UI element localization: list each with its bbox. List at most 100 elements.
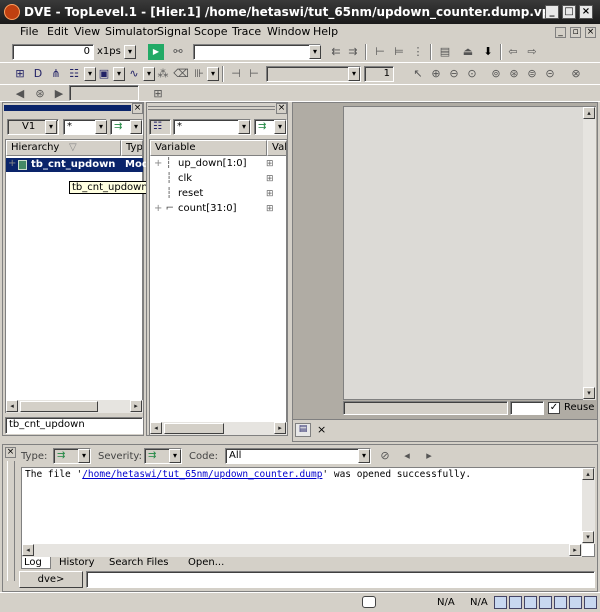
variable-close-button[interactable]: × (276, 103, 287, 114)
var-filter-dropdown[interactable]: ▾ (238, 120, 250, 134)
zoom-in-icon[interactable]: ⊕ (428, 66, 444, 82)
maximize-button[interactable]: □ (562, 5, 576, 19)
view-select-dropdown[interactable]: ▾ (45, 120, 57, 134)
binoculars-icon[interactable]: ⚯ (170, 44, 186, 60)
col-variable[interactable]: Variable (150, 140, 267, 156)
wave-view-dropdown[interactable]: ▾ (143, 67, 155, 81)
signal-combo[interactable] (266, 66, 361, 82)
selected-scope-field[interactable]: tb_cnt_updown (5, 417, 143, 434)
scroll-down-icon[interactable]: ▾ (582, 531, 594, 543)
hierarchy-icon[interactable]: ⋮ (410, 44, 426, 60)
zoom-area-icon[interactable]: ⊜ (524, 66, 540, 82)
upload-icon[interactable]: ⏏ (460, 44, 476, 60)
zoom-fit-icon[interactable]: ⊙ (464, 66, 480, 82)
menu-help[interactable]: Help (313, 25, 338, 38)
menu-edit[interactable]: Edit (47, 25, 68, 38)
doc-tab-close-icon[interactable]: × (317, 423, 326, 436)
grid-icon[interactable]: ⊞ (150, 86, 166, 102)
log-hscrollbar[interactable]: ◂ ▸ (22, 544, 582, 557)
menu-file[interactable]: File (20, 25, 38, 38)
select-icon[interactable]: ↖ (410, 66, 426, 82)
step-icon[interactable]: ⊨ (391, 44, 407, 60)
var-row-up-down[interactable]: + ┆ up_down[1:0] ⊞ (154, 158, 284, 170)
nav-back-icon[interactable]: ◀ (12, 86, 28, 102)
scroll-up-icon[interactable]: ▴ (582, 468, 594, 480)
menu-view[interactable]: View (74, 25, 100, 38)
scroll-thumb[interactable] (164, 423, 224, 434)
memory-view-dropdown[interactable]: ▾ (113, 67, 125, 81)
search-prev-icon[interactable]: ⇇ (328, 44, 344, 60)
zoom-cursor-icon[interactable]: ⊚ (488, 66, 504, 82)
nav-up-icon[interactable]: ⊛ (32, 86, 48, 102)
col-type[interactable]: Typ (121, 140, 143, 156)
scope-combo[interactable] (69, 85, 139, 101)
value-expand-icon[interactable]: ⊞ (266, 158, 274, 170)
minimize-button[interactable]: _ (545, 5, 559, 19)
menu-signal[interactable]: Signal (157, 25, 191, 38)
code-filter-dropdown[interactable]: ▾ (358, 449, 370, 463)
list-view-dropdown[interactable]: ▾ (84, 67, 96, 81)
value-expand-icon[interactable]: ⊞ (266, 203, 274, 215)
hier-view-icon[interactable]: ⋔ (48, 66, 64, 82)
wave-view-icon[interactable]: ∿ (126, 66, 142, 82)
severity-filter-dropdown[interactable]: ▾ (169, 449, 181, 463)
scroll-right-icon[interactable]: ▸ (569, 544, 581, 556)
expand-icon[interactable]: + (8, 158, 16, 170)
scroll-up-icon[interactable]: ▴ (583, 107, 595, 119)
expand-icon[interactable]: + (154, 203, 162, 214)
hier-filter-dropdown[interactable]: ▾ (95, 120, 107, 134)
hier-type-filter-dropdown[interactable]: ▾ (130, 120, 142, 134)
reuse-checkbox[interactable]: ✓ (548, 402, 560, 414)
command-input[interactable] (86, 571, 595, 588)
status-icon-2[interactable] (509, 596, 522, 609)
mdi-close-button[interactable]: × (585, 27, 596, 38)
hier-hscrollbar[interactable]: ◂ ▸ (6, 400, 143, 413)
log-file-link[interactable]: /home/hetaswi/tut_65nm/updown_counter.du… (82, 469, 322, 480)
time-input[interactable]: 0 (12, 44, 94, 60)
scroll-down-icon[interactable]: ▾ (583, 387, 595, 399)
scroll-left-icon[interactable]: ◂ (6, 400, 18, 412)
log-vscrollbar[interactable]: ▴ ▾ (582, 468, 595, 544)
var-hscrollbar[interactable]: ◂ ▸ (150, 422, 287, 435)
schematic-icon[interactable]: D (30, 66, 46, 82)
value-expand-icon[interactable]: ⊞ (266, 173, 274, 185)
code-filter[interactable]: All (225, 448, 371, 464)
tab-open[interactable]: Open... (188, 557, 224, 568)
search-next-icon[interactable]: ⇉ (345, 44, 361, 60)
status-icon-7[interactable] (584, 596, 597, 609)
run-icon[interactable]: ▶ (148, 44, 164, 60)
document-icon[interactable]: ▤ (437, 44, 453, 60)
value-expand-icon[interactable]: ⊞ (266, 188, 274, 200)
message-icon[interactable] (362, 596, 376, 608)
forward-icon[interactable]: ⇨ (524, 44, 540, 60)
tab-search-files[interactable]: Search Files (109, 557, 168, 568)
status-icon-3[interactable] (524, 596, 537, 609)
clear-log-icon[interactable]: ⊘ (377, 448, 393, 464)
mdi-restore-button[interactable]: ▫ (570, 27, 581, 38)
nav-forward-icon[interactable]: ▶ (51, 86, 67, 102)
tree-row-tb-cnt-updown[interactable]: + tb_cnt_updown Mod (6, 158, 149, 172)
zoom-out-icon[interactable]: ⊖ (446, 66, 462, 82)
menu-window[interactable]: Window (267, 25, 310, 38)
doc-tab-source[interactable]: ▤ (295, 423, 311, 437)
source-vscrollbar[interactable]: ▴ ▾ (583, 107, 596, 400)
download-icon[interactable]: ⬇ (480, 44, 496, 60)
scroll-thumb[interactable] (20, 401, 98, 412)
menu-trace[interactable]: Trace (232, 25, 261, 38)
filter-icon[interactable]: ⊪ (191, 66, 207, 82)
scroll-right-icon[interactable]: ▸ (130, 400, 142, 412)
new-window-icon[interactable]: ⊞ (12, 66, 28, 82)
close-button[interactable]: × (579, 5, 593, 19)
mdi-minimize-button[interactable]: _ (555, 27, 566, 38)
back-icon[interactable]: ⇦ (505, 44, 521, 60)
search-combo-dropdown[interactable]: ▾ (309, 45, 321, 59)
status-icon-5[interactable] (554, 596, 567, 609)
align-left-icon[interactable]: ⊣ (228, 66, 244, 82)
tab-log[interactable]: Log (21, 557, 51, 569)
step-in-icon[interactable]: ⊢ (372, 44, 388, 60)
signal-icon[interactable]: ⁂ (155, 66, 171, 82)
memory-view-icon[interactable]: ▣ (96, 66, 112, 82)
next-message-icon[interactable]: ▸ (421, 448, 437, 464)
zoom-reset-icon[interactable]: ⊗ (568, 66, 584, 82)
list-view-icon[interactable]: ☷ (66, 66, 82, 82)
